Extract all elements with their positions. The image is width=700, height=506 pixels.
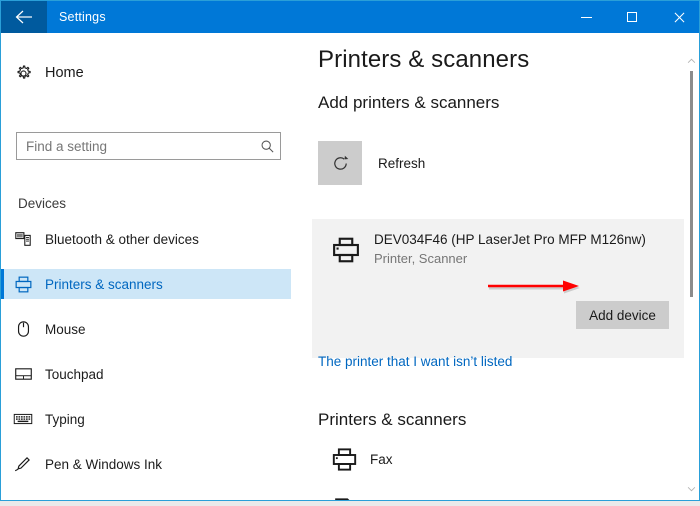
title-bar: Settings xyxy=(1,1,699,33)
selection-accent xyxy=(1,269,4,299)
sidebar-item-touchpad[interactable]: Touchpad xyxy=(1,359,291,389)
window-body: Home Devices xyxy=(1,33,699,500)
sidebar-item-home[interactable]: Home xyxy=(1,56,291,90)
autoplay-icon xyxy=(1,500,45,501)
discovered-printer-name: DEV034F46 (HP LaserJet Pro MFP M126nw) xyxy=(374,232,646,247)
discovered-printer-entry[interactable]: DEV034F46 (HP LaserJet Pro MFP M126nw) P… xyxy=(318,231,678,283)
sidebar-group-heading: Devices xyxy=(18,196,67,211)
selection-accent xyxy=(1,359,4,389)
add-device-button[interactable]: Add device xyxy=(576,301,669,329)
sidebar-item-label: Mouse xyxy=(45,321,86,337)
selection-accent xyxy=(1,494,4,500)
printer-icon xyxy=(1,275,45,294)
back-arrow-icon xyxy=(14,9,34,25)
sidebar-item-label: Typing xyxy=(45,411,85,427)
sidebar: Home Devices xyxy=(1,33,301,500)
minimize-icon xyxy=(580,16,592,18)
maximize-icon xyxy=(627,12,637,22)
selection-accent xyxy=(1,449,4,479)
sidebar-item-mouse[interactable]: Mouse xyxy=(1,314,291,344)
sidebar-item-label: Pen & Windows Ink xyxy=(45,456,163,472)
sidebar-item-bluetooth-other-devices[interactable]: Bluetooth & other devices xyxy=(1,224,291,254)
keyboard-icon xyxy=(1,412,45,426)
sidebar-item-pen-windows-ink[interactable]: Pen & Windows Ink xyxy=(1,449,291,479)
selection-accent xyxy=(1,314,4,344)
gear-icon xyxy=(1,64,45,83)
discovered-printer-panel[interactable]: DEV034F46 (HP LaserJet Pro MFP M126nw) P… xyxy=(312,219,688,358)
content-pane: Printers & scanners Add printers & scann… xyxy=(301,33,699,500)
content-scrollbar[interactable] xyxy=(684,33,699,500)
printer-icon xyxy=(318,231,374,265)
sidebar-item-printers-scanners[interactable]: Printers & scanners xyxy=(1,269,291,299)
search-input[interactable] xyxy=(17,133,254,159)
bluetooth-devices-icon xyxy=(1,230,45,248)
chevron-up-icon[interactable] xyxy=(684,55,699,67)
printer-not-listed-link[interactable]: The printer that I want isn’t listed xyxy=(318,354,512,369)
page-title: Printers & scanners xyxy=(318,46,530,73)
sidebar-home-label: Home xyxy=(45,65,84,81)
settings-window: Settings Home Find a setting Devices Blu… xyxy=(0,0,700,501)
back-button[interactable] xyxy=(1,1,47,33)
search-icon xyxy=(254,139,280,154)
scrollbar-thumb[interactable] xyxy=(690,71,693,297)
close-button[interactable] xyxy=(655,1,699,33)
close-icon xyxy=(673,12,684,23)
section-heading-add-printers: Add printers & scanners xyxy=(318,93,500,112)
refresh-label: Refresh xyxy=(378,155,426,171)
sidebar-item-label: Touchpad xyxy=(45,366,104,382)
pen-icon xyxy=(1,455,45,473)
discovered-printer-subtitle: Printer, Scanner xyxy=(374,251,468,266)
chevron-down-icon[interactable] xyxy=(684,483,699,495)
touchpad-icon xyxy=(1,366,45,382)
sidebar-item-typing[interactable]: Typing xyxy=(1,404,291,434)
print-to-pdf-icon xyxy=(318,497,370,500)
selection-accent xyxy=(1,224,4,254)
sidebar-item-autoplay[interactable]: AutoPlay xyxy=(1,494,291,501)
section-heading-printers-scanners: Printers & scanners xyxy=(318,410,467,429)
refresh-button[interactable]: Refresh xyxy=(318,140,578,186)
maximize-button[interactable] xyxy=(609,1,655,33)
device-list-item-microsoft-print-to-pdf[interactable]: Microsoft Print to PDF xyxy=(318,489,618,500)
mouse-icon xyxy=(1,320,45,338)
sidebar-item-label: Bluetooth & other devices xyxy=(45,231,199,247)
device-label: Fax xyxy=(370,451,393,467)
printer-icon xyxy=(318,446,370,473)
device-list-item-fax[interactable]: Fax xyxy=(318,438,618,480)
minimize-button[interactable] xyxy=(563,1,609,33)
selection-accent xyxy=(1,404,4,434)
sidebar-item-label: Printers & scanners xyxy=(45,276,163,292)
search-box[interactable] xyxy=(16,132,281,160)
window-title: Settings xyxy=(59,10,106,24)
refresh-icon xyxy=(318,141,362,185)
